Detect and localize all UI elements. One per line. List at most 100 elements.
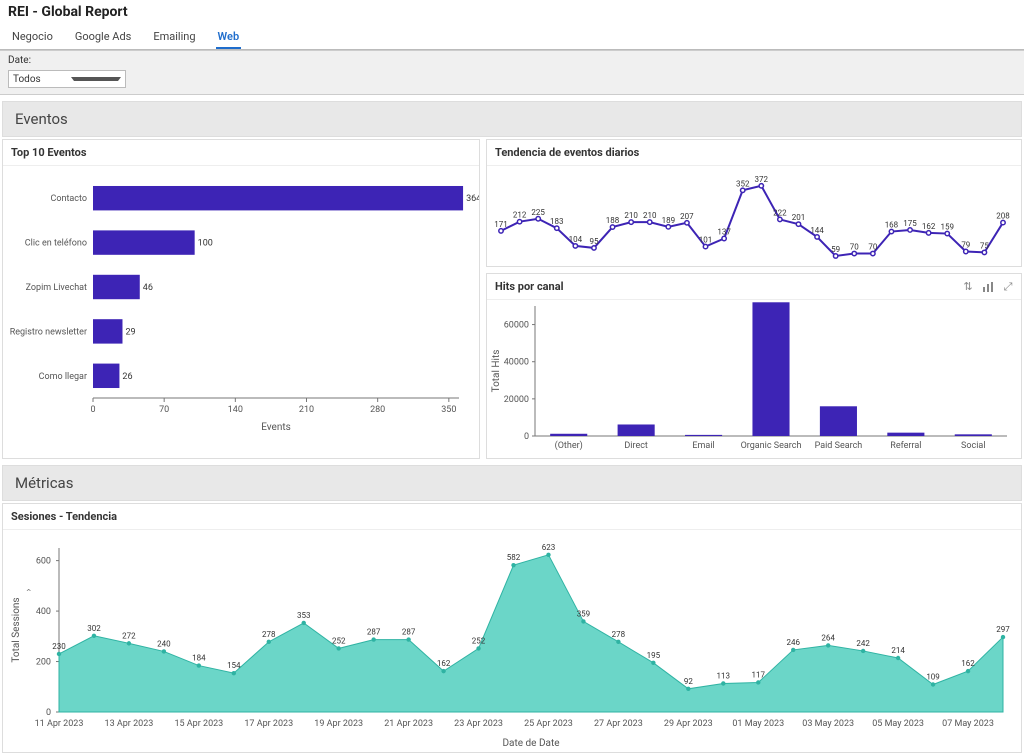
svg-text:23 Apr 2023: 23 Apr 2023	[454, 719, 503, 729]
svg-text:162: 162	[437, 659, 451, 668]
svg-text:210: 210	[624, 211, 638, 220]
svg-text:Como llegar: Como llegar	[39, 372, 87, 382]
bar-chart-icon[interactable]	[981, 280, 995, 294]
svg-text:175: 175	[903, 219, 917, 228]
chevron-down-icon	[71, 77, 121, 81]
svg-text:168: 168	[885, 221, 899, 230]
svg-text:01 May 2023: 01 May 2023	[732, 719, 784, 729]
svg-text:287: 287	[367, 628, 381, 637]
svg-text:278: 278	[612, 630, 626, 639]
svg-text:297: 297	[996, 625, 1010, 634]
svg-text:582: 582	[507, 553, 521, 562]
svg-text:195: 195	[647, 651, 661, 660]
svg-text:Zopim Livechat: Zopim Livechat	[26, 283, 87, 293]
svg-text:278: 278	[262, 630, 276, 639]
svg-text:188: 188	[606, 216, 620, 225]
svg-text:70: 70	[868, 243, 877, 252]
svg-text:Email: Email	[692, 441, 714, 451]
svg-text:03 May 2023: 03 May 2023	[802, 719, 854, 729]
card-top10-title: Top 10 Eventos	[3, 140, 479, 165]
svg-text:79: 79	[961, 240, 970, 249]
svg-text:Date de Date: Date de Date	[502, 738, 559, 749]
chart-sesiones-tendencia: 0200400600230302272240184154278353252287…	[3, 530, 1019, 752]
tab-emailing[interactable]: Emailing	[151, 26, 197, 49]
chart-tendencia-diaria: 1712122251831049518821021018920710113735…	[487, 166, 1017, 266]
svg-text:15 Apr 2023: 15 Apr 2023	[174, 719, 223, 729]
svg-text:07 May 2023: 07 May 2023	[942, 719, 994, 729]
svg-text:214: 214	[891, 646, 905, 655]
svg-text:(Other): (Other)	[555, 440, 583, 451]
card-hits-canal: Hits por canal ⇅ ⤢ 0200004000060000(Othe…	[486, 273, 1022, 459]
svg-text:95: 95	[589, 237, 598, 246]
svg-text:29: 29	[125, 327, 135, 337]
svg-text:11 Apr 2023: 11 Apr 2023	[35, 719, 84, 729]
filter-bar: Date: Todos	[0, 50, 1024, 95]
svg-text:600: 600	[36, 557, 51, 567]
svg-text:40000: 40000	[504, 358, 529, 368]
card-sesiones-title: Sesiones - Tendencia	[3, 504, 1021, 529]
date-filter-label: Date:	[8, 53, 126, 68]
page-title: REI - Global Report	[8, 4, 1016, 20]
svg-text:400: 400	[36, 607, 51, 617]
tab-google-ads[interactable]: Google Ads	[73, 26, 134, 49]
expand-icon[interactable]: ⤢	[1001, 280, 1015, 294]
svg-text:140: 140	[228, 405, 243, 415]
svg-text:208: 208	[996, 212, 1010, 221]
svg-text:212: 212	[513, 211, 527, 220]
card-tendencia-title: Tendencia de eventos diarios	[487, 140, 1021, 165]
svg-text:Paid Search: Paid Search	[815, 441, 863, 451]
svg-text:13 Apr 2023: 13 Apr 2023	[105, 719, 154, 729]
svg-text:189: 189	[662, 216, 676, 225]
svg-text:242: 242	[856, 639, 870, 648]
svg-text:59: 59	[831, 245, 840, 254]
svg-text:171: 171	[494, 220, 508, 229]
svg-text:240: 240	[157, 639, 171, 648]
svg-text:184: 184	[192, 654, 206, 663]
svg-text:364: 364	[466, 194, 479, 204]
svg-text:Social: Social	[961, 441, 985, 451]
svg-text:252: 252	[472, 636, 486, 645]
svg-text:104: 104	[569, 235, 583, 244]
svg-text:207: 207	[680, 212, 694, 221]
sort-icon[interactable]: ⇅	[961, 280, 975, 294]
svg-text:350: 350	[441, 405, 456, 415]
svg-text:60000: 60000	[504, 321, 529, 331]
svg-text:26: 26	[122, 372, 132, 382]
svg-text:272: 272	[122, 631, 136, 640]
svg-text:144: 144	[810, 226, 824, 235]
svg-text:159: 159	[940, 223, 954, 232]
svg-text:27 Apr 2023: 27 Apr 2023	[594, 719, 643, 729]
svg-text:137: 137	[717, 227, 731, 236]
svg-text:Events: Events	[261, 422, 291, 433]
svg-text:162: 162	[961, 659, 975, 668]
chart-hits-canal: 0200004000060000(Other)DirectEmailOrgani…	[487, 300, 1017, 458]
svg-text:29 Apr 2023: 29 Apr 2023	[664, 719, 713, 729]
svg-text:Total Sessions: Total Sessions	[11, 597, 22, 662]
svg-text:162: 162	[922, 222, 936, 231]
svg-text:113: 113	[717, 671, 731, 680]
svg-text:17 Apr 2023: 17 Apr 2023	[244, 719, 293, 729]
svg-text:25 Apr 2023: 25 Apr 2023	[524, 719, 573, 729]
svg-text:75: 75	[980, 241, 989, 250]
tab-web[interactable]: Web	[216, 26, 242, 49]
svg-text:Direct: Direct	[624, 441, 648, 451]
svg-text:210: 210	[299, 405, 314, 415]
svg-text:Contacto: Contacto	[50, 194, 87, 204]
svg-text:0: 0	[90, 405, 95, 415]
tab-negocio[interactable]: Negocio	[10, 26, 55, 49]
svg-text:Registro newsletter: Registro newsletter	[10, 327, 87, 337]
svg-text:359: 359	[577, 609, 591, 618]
svg-text:302: 302	[87, 624, 101, 633]
svg-text:0: 0	[524, 432, 529, 442]
svg-text:70: 70	[159, 405, 169, 415]
date-filter-select[interactable]: Todos	[8, 70, 126, 88]
svg-text:222: 222	[773, 208, 787, 217]
svg-text:109: 109	[926, 672, 940, 681]
svg-text:210: 210	[643, 211, 657, 220]
svg-text:Referral: Referral	[890, 441, 921, 451]
svg-text:353: 353	[297, 611, 311, 620]
svg-text:21 Apr 2023: 21 Apr 2023	[384, 719, 433, 729]
svg-text:20000: 20000	[504, 395, 529, 405]
svg-text:287: 287	[402, 628, 416, 637]
svg-text:246: 246	[786, 638, 800, 647]
